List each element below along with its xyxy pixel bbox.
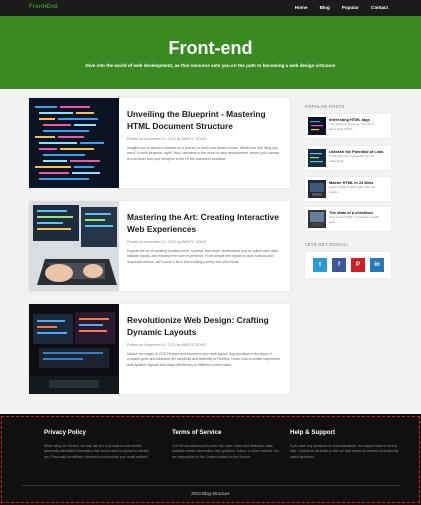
site-footer: Privacy Policy While using our Service, … [0, 414, 421, 505]
popular-post-item[interactable]: Unleash the Potential of Lists HTML list… [305, 146, 391, 170]
post-body: Unveiling the Blueprint - Mastering HTML… [127, 108, 282, 162]
facebook-icon[interactable]: f [332, 258, 346, 272]
nav-link-contact[interactable]: Contact [371, 5, 388, 10]
nav-link-blog[interactable]: Blog [320, 5, 330, 10]
twitter-icon[interactable]: t [313, 258, 327, 272]
post-meta: Posted on November 13, 2023 by AWSCC ODH… [127, 137, 207, 141]
popular-post-excerpt: HTML lists are a powerful tool for organ… [329, 154, 375, 163]
footer-terms-title[interactable]: Terms of Service [172, 429, 282, 436]
post-excerpt: Explore the art of creating contact form… [127, 249, 279, 264]
post-body: Mastering the Art: Creating Interactive … [127, 211, 282, 265]
post-meta: Posted on November 12, 2023 by AWSCC ODH… [127, 240, 207, 244]
post-thumbnail-laptop[interactable] [29, 201, 119, 291]
post-title[interactable]: Revolutionize Web Design: Crafting Dynam… [127, 314, 282, 338]
footer-help-title[interactable]: Help & Support [290, 429, 400, 436]
hero-banner: Front-end Dive into the world of web dev… [0, 16, 421, 89]
footer-copyright: 2023 Blog Structure [191, 491, 230, 496]
popular-post-item[interactable]: Master HTML in 24 Mins Learn HTML & CSS … [305, 177, 391, 201]
brand-logo[interactable]: Front-End [29, 4, 58, 10]
post-body: Revolutionize Web Design: Crafting Dynam… [127, 314, 282, 368]
footer-terms-text: Our Service allows you to post, link, st… [172, 444, 280, 459]
post-title[interactable]: Unveiling the Blueprint - Mastering HTML… [127, 108, 282, 132]
linkedin-icon[interactable]: in [370, 258, 384, 272]
post-meta: Posted on November 11, 2023 by AWSCC ODH… [127, 343, 207, 347]
post-card[interactable]: Revolutionize Web Design: Crafting Dynam… [29, 304, 290, 394]
social-box: t f P in [305, 252, 391, 278]
footer-help-column: Help & Support If you have any questions… [290, 429, 400, 460]
popular-post-excerpt: I am going to show you the top 9 interes… [329, 122, 374, 131]
popular-post-thumbnail [308, 180, 326, 198]
popular-post-thumbnail [308, 210, 326, 228]
post-thumbnail-code[interactable] [29, 98, 119, 188]
pinterest-icon[interactable]: P [351, 258, 365, 272]
hero-subtitle: Dive into the world of web development, … [85, 63, 336, 68]
nav-link-home[interactable]: Home [295, 5, 308, 10]
footer-terms-column: Terms of Service Our Service allows you … [172, 429, 282, 460]
popular-post-thumbnail [308, 149, 326, 167]
brand-last: End [46, 4, 58, 10]
popular-post-item[interactable]: Interesting HTML tags I am going to show… [305, 114, 391, 138]
post-card[interactable]: Unveiling the Blueprint - Mastering HTML… [29, 98, 290, 188]
footer-privacy-title[interactable]: Privacy Policy [44, 429, 154, 436]
popular-post-excerpt: How is the HTML of creating a small web.… [329, 215, 379, 224]
footer-privacy-text: While using our Service, we may ask you … [44, 444, 149, 459]
popular-posts-heading: POPULAR POSTS [305, 104, 345, 109]
hero-title: Front-end [168, 38, 253, 58]
top-navbar: Front-End Home Blog Popular Contact [0, 0, 421, 16]
post-thumbnail-monitors[interactable] [29, 304, 119, 394]
post-title[interactable]: Mastering the Art: Creating Interactive … [127, 211, 282, 235]
popular-post-item[interactable]: The state of a checkbox How is the HTML … [305, 207, 391, 231]
footer-divider [22, 485, 400, 486]
post-excerpt: Imagine you're about to embark on a jour… [127, 146, 280, 161]
post-excerpt: Unlock the magic of CSS Flexbox and tran… [127, 352, 281, 367]
social-heading: LETS GET SOCIAL! [305, 242, 348, 247]
popular-post-excerpt: Learn HTML & CSS right from the basics..… [329, 185, 376, 194]
popular-post-thumbnail [308, 117, 326, 135]
brand-first: Front [29, 4, 45, 10]
footer-privacy-column: Privacy Policy While using our Service, … [44, 429, 154, 460]
nav-link-popular[interactable]: Popular [342, 5, 359, 10]
post-card[interactable]: Mastering the Art: Creating Interactive … [29, 201, 290, 291]
footer-help-text: If you have any questions or need assist… [290, 444, 399, 459]
nav-links: Home Blog Popular Contact [295, 5, 388, 10]
